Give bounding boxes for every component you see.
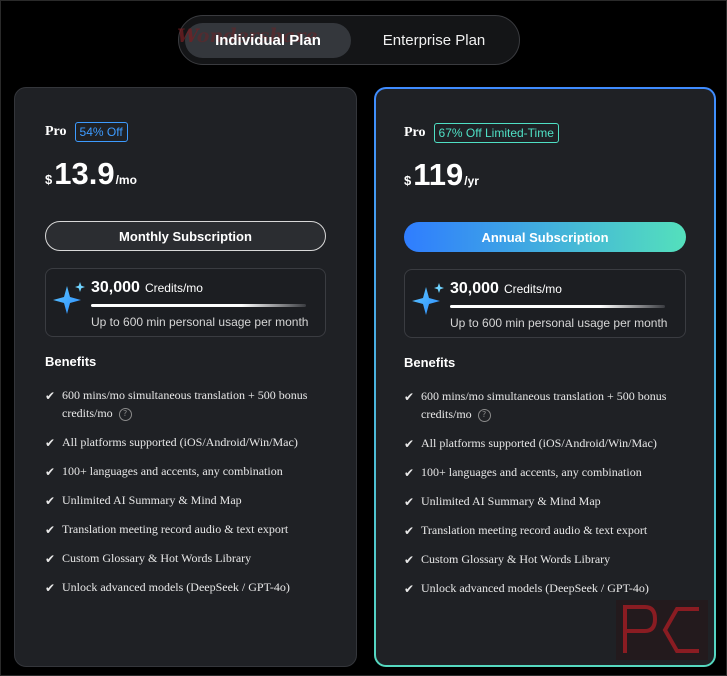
benefits-title: Benefits — [404, 355, 456, 370]
pricing-card-annual: Pro 67% Off Limited-Time $ 119 /yr Annua… — [374, 87, 716, 667]
check-icon: ✔ — [404, 437, 415, 451]
benefit-text: All platforms supported (iOS/Android/Win… — [421, 436, 657, 450]
price-amount: 119 — [413, 157, 464, 192]
check-icon: ✔ — [45, 436, 56, 450]
benefit-text: 600 mins/mo simultaneous translation + 5… — [421, 389, 667, 421]
credits-unit: Credits/mo — [144, 281, 203, 295]
benefit-item: ✔ Translation meeting record audio & text… — [404, 521, 686, 539]
credits-unit: Credits/mo — [503, 282, 562, 296]
check-icon: ✔ — [45, 465, 56, 479]
benefit-item: ✔ Custom Glossary & Hot Words Library — [404, 550, 686, 568]
credits-note: Up to 600 min personal usage per month — [450, 316, 668, 330]
check-icon: ✔ — [404, 466, 415, 480]
benefit-item: ✔ 100+ languages and accents, any combina… — [45, 462, 326, 480]
plan-name: Pro — [45, 124, 67, 139]
discount-badge: 54% Off — [74, 122, 128, 142]
enterprise-plan-tab[interactable]: Enterprise Plan — [359, 23, 509, 58]
credits-bar — [450, 305, 665, 308]
benefit-text: All platforms supported (iOS/Android/Win… — [62, 435, 298, 449]
price-amount: 13.9 — [54, 156, 115, 191]
price-currency: $ — [45, 172, 53, 187]
benefit-text: Custom Glossary & Hot Words Library — [62, 551, 252, 565]
benefit-item: ✔ Unlock advanced models (DeepSeek / GPT-… — [404, 579, 686, 597]
plan-name: Pro — [404, 125, 426, 140]
benefit-text: Custom Glossary & Hot Words Library — [421, 552, 611, 566]
help-icon[interactable]: ? — [118, 407, 132, 421]
benefit-item: ✔ All platforms supported (iOS/Android/Wi… — [404, 434, 686, 452]
credits-box: 30,000 Credits/mo Up to 600 min personal… — [404, 269, 686, 338]
individual-plan-tab[interactable]: Wondershare Individual Plan — [177, 23, 351, 58]
benefit-text: Translation meeting record audio & text … — [421, 523, 648, 537]
benefit-text: 600 mins/mo simultaneous translation + 5… — [62, 388, 308, 420]
benefit-text: Translation meeting record audio & text … — [62, 522, 289, 536]
benefit-item: ✔ 600 mins/mo simultaneous translation + … — [45, 386, 326, 422]
sparkle-icon — [53, 282, 85, 314]
check-icon: ✔ — [45, 552, 56, 566]
benefit-item: ✔ Unlimited AI Summary & Mind Map — [45, 491, 326, 509]
check-icon: ✔ — [45, 389, 56, 403]
benefits-title: Benefits — [45, 354, 97, 369]
credits-note: Up to 600 min personal usage per month — [91, 315, 309, 329]
benefits-list: ✔ 600 mins/mo simultaneous translation + … — [404, 387, 686, 608]
benefit-item: ✔ Translation meeting record audio & text… — [45, 520, 326, 538]
enterprise-plan-label: Enterprise Plan — [382, 32, 486, 49]
benefit-item: ✔ Custom Glossary & Hot Words Library — [45, 549, 326, 567]
check-icon: ✔ — [404, 553, 415, 567]
check-icon: ✔ — [404, 390, 415, 404]
benefit-item: ✔ Unlimited AI Summary & Mind Map — [404, 492, 686, 510]
benefit-item: ✔ 100+ languages and accents, any combina… — [404, 463, 686, 481]
check-icon: ✔ — [404, 524, 415, 538]
app-frame: Wondershare Individual Plan Enterprise P… — [0, 0, 727, 676]
individual-plan-label: Individual Plan — [215, 32, 321, 49]
discount-badge: 67% Off Limited-Time — [433, 123, 559, 143]
monthly-subscription-button[interactable]: Monthly Subscription — [45, 221, 326, 251]
check-icon: ✔ — [404, 582, 415, 596]
benefit-text: Unlimited AI Summary & Mind Map — [421, 494, 601, 508]
benefit-item: ✔ All platforms supported (iOS/Android/Wi… — [45, 433, 326, 451]
benefit-text: Unlock advanced models (DeepSeek / GPT-4… — [62, 580, 290, 594]
credits-amount-row: 30,000 Credits/mo — [91, 279, 203, 297]
credits-box: 30,000 Credits/mo Up to 600 min personal… — [45, 268, 326, 337]
benefits-list: ✔ 600 mins/mo simultaneous translation + … — [45, 386, 326, 607]
plan-header: Pro 67% Off Limited-Time — [404, 123, 559, 143]
price-currency: $ — [404, 173, 412, 188]
benefit-text: Unlock advanced models (DeepSeek / GPT-4… — [421, 581, 649, 595]
check-icon: ✔ — [404, 495, 415, 509]
plan-price: $ 13.9 /mo — [45, 156, 137, 192]
plan-header: Pro 54% Off — [45, 122, 128, 142]
credits-amount: 30,000 — [91, 279, 140, 296]
price-period: /mo — [115, 173, 137, 187]
benefit-item: ✔ 600 mins/mo simultaneous translation + … — [404, 387, 686, 423]
check-icon: ✔ — [45, 494, 56, 508]
benefit-item: ✔ Unlock advanced models (DeepSeek / GPT-… — [45, 578, 326, 596]
help-icon[interactable]: ? — [477, 408, 491, 422]
sparkle-icon — [412, 283, 444, 315]
annual-subscription-button[interactable]: Annual Subscription — [404, 222, 686, 252]
plan-price: $ 119 /yr — [404, 157, 479, 193]
benefit-text: 100+ languages and accents, any combinat… — [62, 464, 283, 478]
credits-amount-row: 30,000 Credits/mo — [450, 280, 562, 298]
check-icon: ✔ — [45, 581, 56, 595]
credits-bar — [91, 304, 306, 307]
plan-toggle: Wondershare Individual Plan Enterprise P… — [177, 15, 520, 65]
price-period: /yr — [464, 174, 479, 188]
pricing-card-monthly: Pro 54% Off $ 13.9 /mo Monthly Subscript… — [14, 87, 357, 667]
credits-amount: 30,000 — [450, 280, 499, 297]
benefit-text: 100+ languages and accents, any combinat… — [421, 465, 642, 479]
check-icon: ✔ — [45, 523, 56, 537]
benefit-text: Unlimited AI Summary & Mind Map — [62, 493, 242, 507]
